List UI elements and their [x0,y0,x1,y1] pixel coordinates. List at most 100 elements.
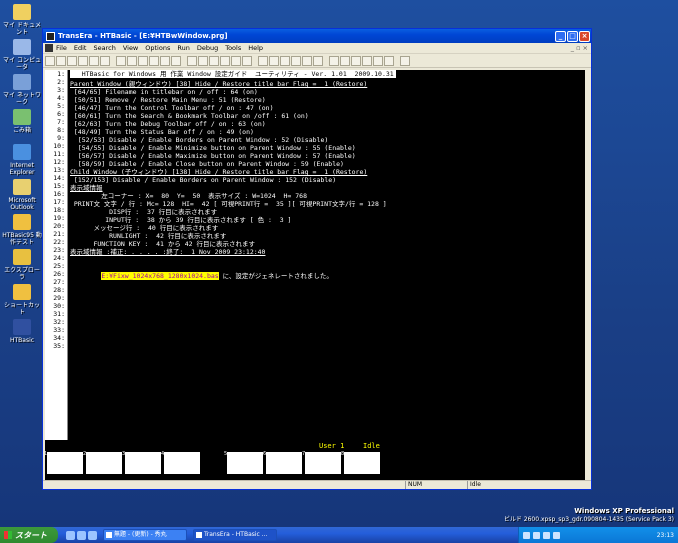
menu-file[interactable]: File [56,44,67,52]
desktop-icon[interactable]: マイ ドキュメント [2,4,42,36]
toolbar-button[interactable] [149,55,159,66]
function-key-5[interactable]: 5 [224,451,263,474]
code-line[interactable] [70,344,585,352]
code-line[interactable]: [56/57] Disable / Enable Maximize button… [70,152,585,160]
code-line[interactable]: [54/55] Disable / Enable Minimize button… [70,144,585,152]
code-line[interactable]: 表示域情報 :補正: . . . . :終了: 1 Nov 2009 23:12… [70,248,585,256]
code-line[interactable]: [50/51] Remove / Restore Main Menu : 51 … [70,96,585,104]
toolbar-button[interactable] [160,55,170,66]
toolbar-button[interactable] [242,55,252,66]
menu-run[interactable]: Run [177,44,189,52]
start-button[interactable]: スタート [0,527,58,543]
maximize-button[interactable]: □ [567,30,578,42]
toolbar-button[interactable] [116,55,126,66]
code-line[interactable]: Parent Window (親ウィンドウ) [38] Hide / Resto… [70,80,585,88]
menu-options[interactable]: Options [145,44,170,52]
code-line[interactable]: [62/63] Turn the Debug Toolbar off / on … [70,120,585,128]
menu-tools[interactable]: Tools [225,44,241,52]
ime-icon[interactable] [523,531,530,539]
code-line[interactable] [70,320,585,328]
code-line[interactable] [70,312,585,320]
code-line[interactable]: INPUT行 : 38 から 39 行目に表示されます [ 色 : 3 ] [70,216,585,224]
code-line[interactable] [70,336,585,344]
code-line[interactable] [70,304,585,312]
explorer-icon[interactable] [88,530,97,540]
code-line[interactable]: メッセージ行 : 40 行目に表示されます [70,224,585,232]
title-bar[interactable]: TransEra - HTBasic - [E:¥HTBwWindow.prg]… [43,29,591,43]
function-key-2[interactable]: 2 [83,451,122,474]
desktop-icon[interactable]: マイ ネットワーク [2,74,42,106]
code-area[interactable]: HTBasic for Windows 用 作業 Window 設定ガイド ユー… [70,70,585,352]
menu-help[interactable]: Help [248,44,263,52]
desktop-icon[interactable]: ショートカット [2,284,42,316]
code-line[interactable] [70,328,585,336]
desktop-icon[interactable]: ごみ箱 [2,109,42,134]
clock[interactable]: 23:13 [657,532,674,539]
toolbar-button[interactable] [67,55,77,66]
toolbar-button[interactable] [351,55,361,66]
code-line[interactable]: [152/153] Disable / Enable Borders on Pa… [70,176,585,184]
desktop-icon[interactable]: マイ コンピュータ [2,39,42,71]
code-line[interactable] [70,280,585,288]
toolbar-button[interactable] [171,55,181,66]
toolbar-button[interactable] [198,55,208,66]
desktop-icon[interactable]: Microsoft Outlook [2,179,42,211]
code-line[interactable]: [48/49] Turn the Status Bar off / on : 4… [70,128,585,136]
code-line[interactable]: Child Window (子ウィンドウ) [138] Hide / Resto… [70,168,585,176]
toolbar-button[interactable] [100,55,110,66]
desktop-icon[interactable]: エクスプローラ [2,249,42,281]
toolbar-button[interactable] [258,55,268,66]
code-line[interactable]: E:¥Fixw_1024x768_1280x1024.bas に、設定がジェネレ… [70,272,585,280]
network-icon[interactable] [533,531,540,539]
toolbar-button[interactable] [138,55,148,66]
code-line[interactable]: 左コーナー : X= 80 Y= 50 表示サイズ : W=1024 H= 76… [70,192,585,200]
desktop-icon[interactable]: Internet Explorer [2,144,42,176]
function-key-6[interactable]: 6 [263,451,302,474]
toolbar-button[interactable] [56,55,66,66]
toolbar-button[interactable] [329,55,339,66]
function-key-7[interactable]: 7 [302,451,341,474]
desktop-icon[interactable]: HTBasic [2,319,42,344]
volume-icon[interactable] [543,531,550,539]
code-line[interactable]: FUNCTION KEY : 41 から 42 行目に表示されます [70,240,585,248]
minimize-button[interactable]: _ [555,30,566,42]
menu-debug[interactable]: Debug [197,44,218,52]
htbasic-window[interactable]: TransEra - HTBasic - [E:¥HTBwWindow.prg]… [42,28,592,490]
toolbar-button[interactable] [231,55,241,66]
function-key-3[interactable]: 3 [122,451,161,474]
toolbar-button[interactable] [400,55,410,66]
desktop-icon[interactable]: HTBasic95 動作テスト [2,214,42,246]
code-line[interactable]: [52/53] Disable / Enable Borders on Pare… [70,136,585,144]
toolbar-button[interactable] [45,55,55,66]
code-line[interactable]: RUNLIGHT : 42 行目に表示されます [70,232,585,240]
toolbar-button[interactable] [78,55,88,66]
toolbar-button[interactable] [280,55,290,66]
code-line[interactable]: 表示域情報 [70,184,585,192]
code-line[interactable] [70,296,585,304]
code-line[interactable]: [60/61] Turn the Search & Bookmark Toolb… [70,112,585,120]
toolbar-button[interactable] [220,55,230,66]
function-key-1[interactable]: 1 [44,451,83,474]
mdi-controls[interactable]: _ ▫ × [571,44,588,52]
toolbar-button[interactable] [302,55,312,66]
outlook-icon[interactable] [77,530,86,540]
toolbar-button[interactable] [291,55,301,66]
code-line[interactable]: [46/47] Turn the Control Toolbar off / o… [70,104,585,112]
code-line[interactable]: DISP行 : 37 行目に表示されます [70,208,585,216]
toolbar-button[interactable] [127,55,137,66]
toolbar-button[interactable] [187,55,197,66]
menu-edit[interactable]: Edit [74,44,87,52]
code-line[interactable] [70,288,585,296]
code-line[interactable] [70,256,585,264]
code-line[interactable]: [64/65] Filename in titlebar on / off : … [70,88,585,96]
toolbar-button[interactable] [340,55,350,66]
toolbar-button[interactable] [373,55,383,66]
toolbar-button[interactable] [362,55,372,66]
function-key-4[interactable]: 4 [161,451,200,474]
code-line[interactable] [70,264,585,272]
security-icon[interactable] [553,531,560,539]
task-htbasic[interactable]: TransEra - HTBasic ... [193,529,277,541]
code-line[interactable]: [58/59] Disable / Enable Close button on… [70,160,585,168]
toolbar-button[interactable] [384,55,394,66]
code-editor[interactable]: 1: 2: 3: 4: 5: 6: 7: 8: 9: 10: 11: 12: 13: 14: 15: 16: 1… [45,70,585,440]
